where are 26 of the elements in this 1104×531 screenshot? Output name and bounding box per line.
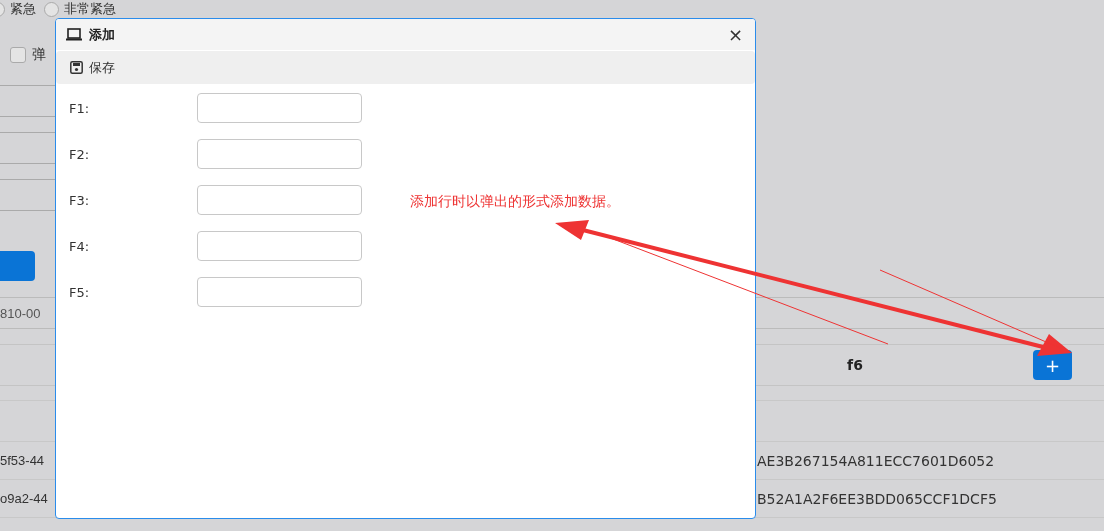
input-field[interactable] bbox=[197, 139, 362, 169]
table-cell: B52A1A2F6EE3BDD065CCF1DCF5 bbox=[757, 490, 997, 507]
close-button[interactable]: × bbox=[725, 24, 745, 45]
field-value: 810-00 bbox=[0, 305, 41, 321]
table-cell: AE3B267154A811ECC7601D6052 bbox=[757, 452, 995, 469]
radio-label: 紧急 bbox=[10, 0, 36, 18]
column-header: f6 bbox=[847, 357, 863, 373]
field-label: F5: bbox=[68, 284, 91, 300]
table-cell: o9a2-44 bbox=[0, 491, 48, 506]
input-field[interactable] bbox=[197, 185, 362, 215]
input-field[interactable] bbox=[197, 231, 362, 261]
table-cell: 5f53-44 bbox=[0, 453, 45, 468]
checkbox-label: 弹 bbox=[32, 46, 46, 64]
radio-button[interactable] bbox=[44, 1, 59, 17]
checkbox[interactable] bbox=[10, 47, 26, 63]
field-label: F1: bbox=[68, 100, 91, 116]
input-field[interactable] bbox=[197, 93, 362, 123]
laptop-icon bbox=[66, 28, 82, 41]
field-label: F3: bbox=[68, 192, 91, 208]
radio-label: 非常紧急 bbox=[64, 0, 116, 18]
dialog-title: 添加 bbox=[89, 25, 115, 44]
field-label: F2: bbox=[68, 146, 91, 162]
field-label: F4: bbox=[68, 238, 91, 254]
annotation-text: 添加行时以弹出的形式添加数据。 bbox=[410, 193, 620, 211]
save-button[interactable]: 保存 bbox=[66, 56, 119, 79]
input-field[interactable] bbox=[197, 277, 362, 307]
